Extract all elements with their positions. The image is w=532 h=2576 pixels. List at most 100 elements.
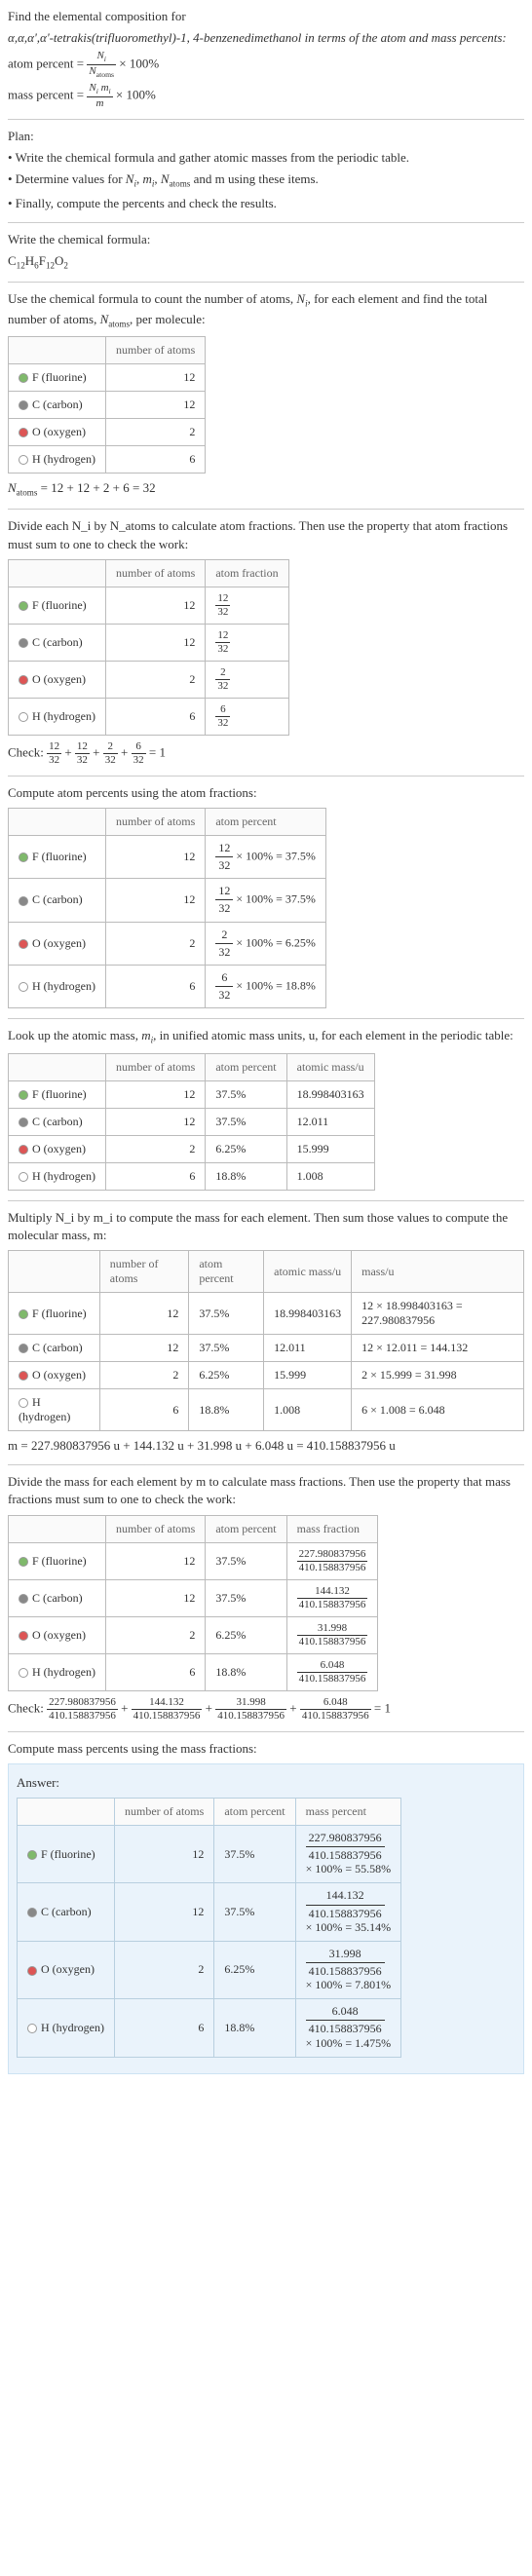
answer-box: Answer: number of atomsatom percentmass …: [8, 1763, 524, 2074]
table-row: F (fluorine)1237.5%18.998403163: [9, 1080, 375, 1108]
hydrogen-dot-icon: [19, 1398, 28, 1408]
massfrac-section: Divide the mass for each element by m to…: [8, 1473, 524, 1721]
mass-calc-section: Multiply N_i by m_i to compute the mass …: [8, 1209, 524, 1456]
hydrogen-dot-icon: [19, 1668, 28, 1678]
count-table: number of atoms F (fluorine)12 C (carbon…: [8, 336, 206, 474]
hydrogen-dot-icon: [19, 1172, 28, 1182]
divider: [8, 222, 524, 223]
atomfrac-section: Divide each N_i by N_atoms to calculate …: [8, 517, 524, 765]
atom-percent-formula: atom percent = Ni Natoms × 100%: [8, 51, 524, 79]
carbon-dot-icon: [19, 400, 28, 410]
answer-label: Answer:: [17, 1774, 515, 1792]
fluorine-dot-icon: [19, 1309, 28, 1319]
table-row: C (carbon)1237.5%12.01112 × 12.011 = 144…: [9, 1335, 524, 1362]
table-row: H (hydrogen)6632 × 100% = 18.8%: [9, 966, 326, 1008]
plan-bullet-3: • Finally, compute the percents and chec…: [8, 195, 524, 212]
atompct-text: Compute atom percents using the atom fra…: [8, 784, 524, 802]
oxygen-dot-icon: [19, 1371, 28, 1381]
table-row: C (carbon)121232 × 100% = 37.5%: [9, 879, 326, 922]
formula-value: C12H6F12O2: [8, 252, 524, 272]
oxygen-dot-icon: [19, 939, 28, 949]
table-row: O (oxygen)2232: [9, 661, 289, 698]
carbon-dot-icon: [19, 1118, 28, 1127]
fluorine-dot-icon: [19, 852, 28, 862]
mass-lookup-section: Look up the atomic mass, mi, in unified …: [8, 1027, 524, 1190]
table-row: O (oxygen)26.25%31.998410.158837956× 100…: [18, 1941, 401, 1998]
table-row: F (fluorine)121232 × 100% = 37.5%: [9, 835, 326, 878]
masspct-text: Compute mass percents using the mass fra…: [8, 1740, 524, 1758]
divider: [8, 1731, 524, 1732]
intro-section: Find the elemental composition for α,α,α…: [8, 8, 524, 109]
table-row: H (hydrogen)6: [9, 446, 206, 474]
massfrac-table: number of atomsatom percentmass fraction…: [8, 1515, 378, 1691]
table-row: H (hydrogen)618.8%6.048410.158837956× 10…: [18, 1999, 401, 2057]
table-row: H (hydrogen)618.8%1.0086 × 1.008 = 6.048: [9, 1389, 524, 1431]
mass-percent-formula: mass percent = Ni mi m × 100%: [8, 83, 524, 109]
table-row: C (carbon)12: [9, 392, 206, 419]
divider: [8, 776, 524, 777]
table-row: H (hydrogen)618.8%6.048410.158837956: [9, 1653, 378, 1690]
answer-table: number of atomsatom percentmass percent …: [17, 1798, 401, 2058]
table-row: O (oxygen)2232 × 100% = 6.25%: [9, 922, 326, 965]
divider: [8, 1464, 524, 1465]
table-row: C (carbon)1237.5%12.011: [9, 1108, 375, 1135]
hydrogen-dot-icon: [19, 982, 28, 992]
carbon-dot-icon: [19, 638, 28, 648]
formula-text: Write the chemical formula:: [8, 231, 524, 248]
atomfrac-check: Check: 1232 + 1232 + 232 + 632 = 1: [8, 741, 524, 766]
atomfrac-table: number of atomsatom fraction F (fluorine…: [8, 559, 289, 736]
mass-lookup-table: number of atomsatom percentatomic mass/u…: [8, 1053, 375, 1191]
massfrac-check: Check: 227.980837956410.158837956 + 144.…: [8, 1697, 524, 1722]
fluorine-dot-icon: [27, 1850, 37, 1860]
table-row: O (oxygen)26.25%15.999: [9, 1135, 375, 1162]
atomfrac-text: Divide each N_i by N_atoms to calculate …: [8, 517, 524, 552]
carbon-dot-icon: [27, 1908, 37, 1917]
carbon-dot-icon: [19, 1344, 28, 1353]
table-row: F (fluorine)121232: [9, 587, 289, 624]
fluorine-dot-icon: [19, 373, 28, 383]
carbon-dot-icon: [19, 896, 28, 906]
fluorine-dot-icon: [19, 1557, 28, 1567]
intro-line2: α,α,α',α'-tetrakis(trifluoromethyl)-1, 4…: [8, 29, 524, 47]
oxygen-dot-icon: [19, 1631, 28, 1641]
plan-heading: Plan:: [8, 128, 524, 145]
plan-bullet-2: • Determine values for Ni, mi, Natoms an…: [8, 170, 524, 190]
table-row: O (oxygen)26.25%31.998410.158837956: [9, 1616, 378, 1653]
table-row: C (carbon)1237.5%144.132410.158837956× 1…: [18, 1883, 401, 1941]
formula-section: Write the chemical formula: C12H6F12O2: [8, 231, 524, 273]
carbon-dot-icon: [19, 1594, 28, 1604]
oxygen-dot-icon: [19, 675, 28, 685]
hydrogen-dot-icon: [19, 455, 28, 465]
table-row: F (fluorine)1237.5%227.980837956410.1588…: [18, 1826, 401, 1883]
plan-section: Plan: • Write the chemical formula and g…: [8, 128, 524, 212]
oxygen-dot-icon: [19, 1145, 28, 1155]
table-row: O (oxygen)2: [9, 419, 206, 446]
plan-bullet-1: • Write the chemical formula and gather …: [8, 149, 524, 167]
count-text: Use the chemical formula to count the nu…: [8, 290, 524, 330]
hydrogen-dot-icon: [19, 712, 28, 722]
divider: [8, 119, 524, 120]
atompct-table: number of atomsatom percent F (fluorine)…: [8, 808, 326, 1009]
divider: [8, 1018, 524, 1019]
divider: [8, 509, 524, 510]
mass-calc-text: Multiply N_i by m_i to compute the mass …: [8, 1209, 524, 1244]
mass-lookup-text: Look up the atomic mass, mi, in unified …: [8, 1027, 524, 1046]
intro-line1: Find the elemental composition for: [8, 8, 524, 25]
fluorine-dot-icon: [19, 1090, 28, 1100]
col-atoms: number of atoms: [105, 337, 205, 364]
fluorine-dot-icon: [19, 601, 28, 611]
atompct-section: Compute atom percents using the atom fra…: [8, 784, 524, 1009]
table-row: F (fluorine)12: [9, 364, 206, 392]
table-row: F (fluorine)1237.5%18.99840316312 × 18.9…: [9, 1293, 524, 1335]
hydrogen-dot-icon: [27, 2024, 37, 2033]
divider: [8, 1200, 524, 1201]
table-row: O (oxygen)26.25%15.9992 × 15.999 = 31.99…: [9, 1362, 524, 1389]
count-sum: Natoms = 12 + 12 + 2 + 6 = 32: [8, 479, 524, 499]
mass-sum: m = 227.980837956 u + 144.132 u + 31.998…: [8, 1437, 524, 1455]
mass-calc-table: number of atomsatom percentatomic mass/u…: [8, 1250, 524, 1431]
table-row: C (carbon)121232: [9, 624, 289, 661]
table-row: F (fluorine)1237.5%227.980837956410.1588…: [9, 1542, 378, 1579]
table-row: H (hydrogen)618.8%1.008: [9, 1162, 375, 1190]
table-row: C (carbon)1237.5%144.132410.158837956: [9, 1579, 378, 1616]
oxygen-dot-icon: [27, 1966, 37, 1976]
